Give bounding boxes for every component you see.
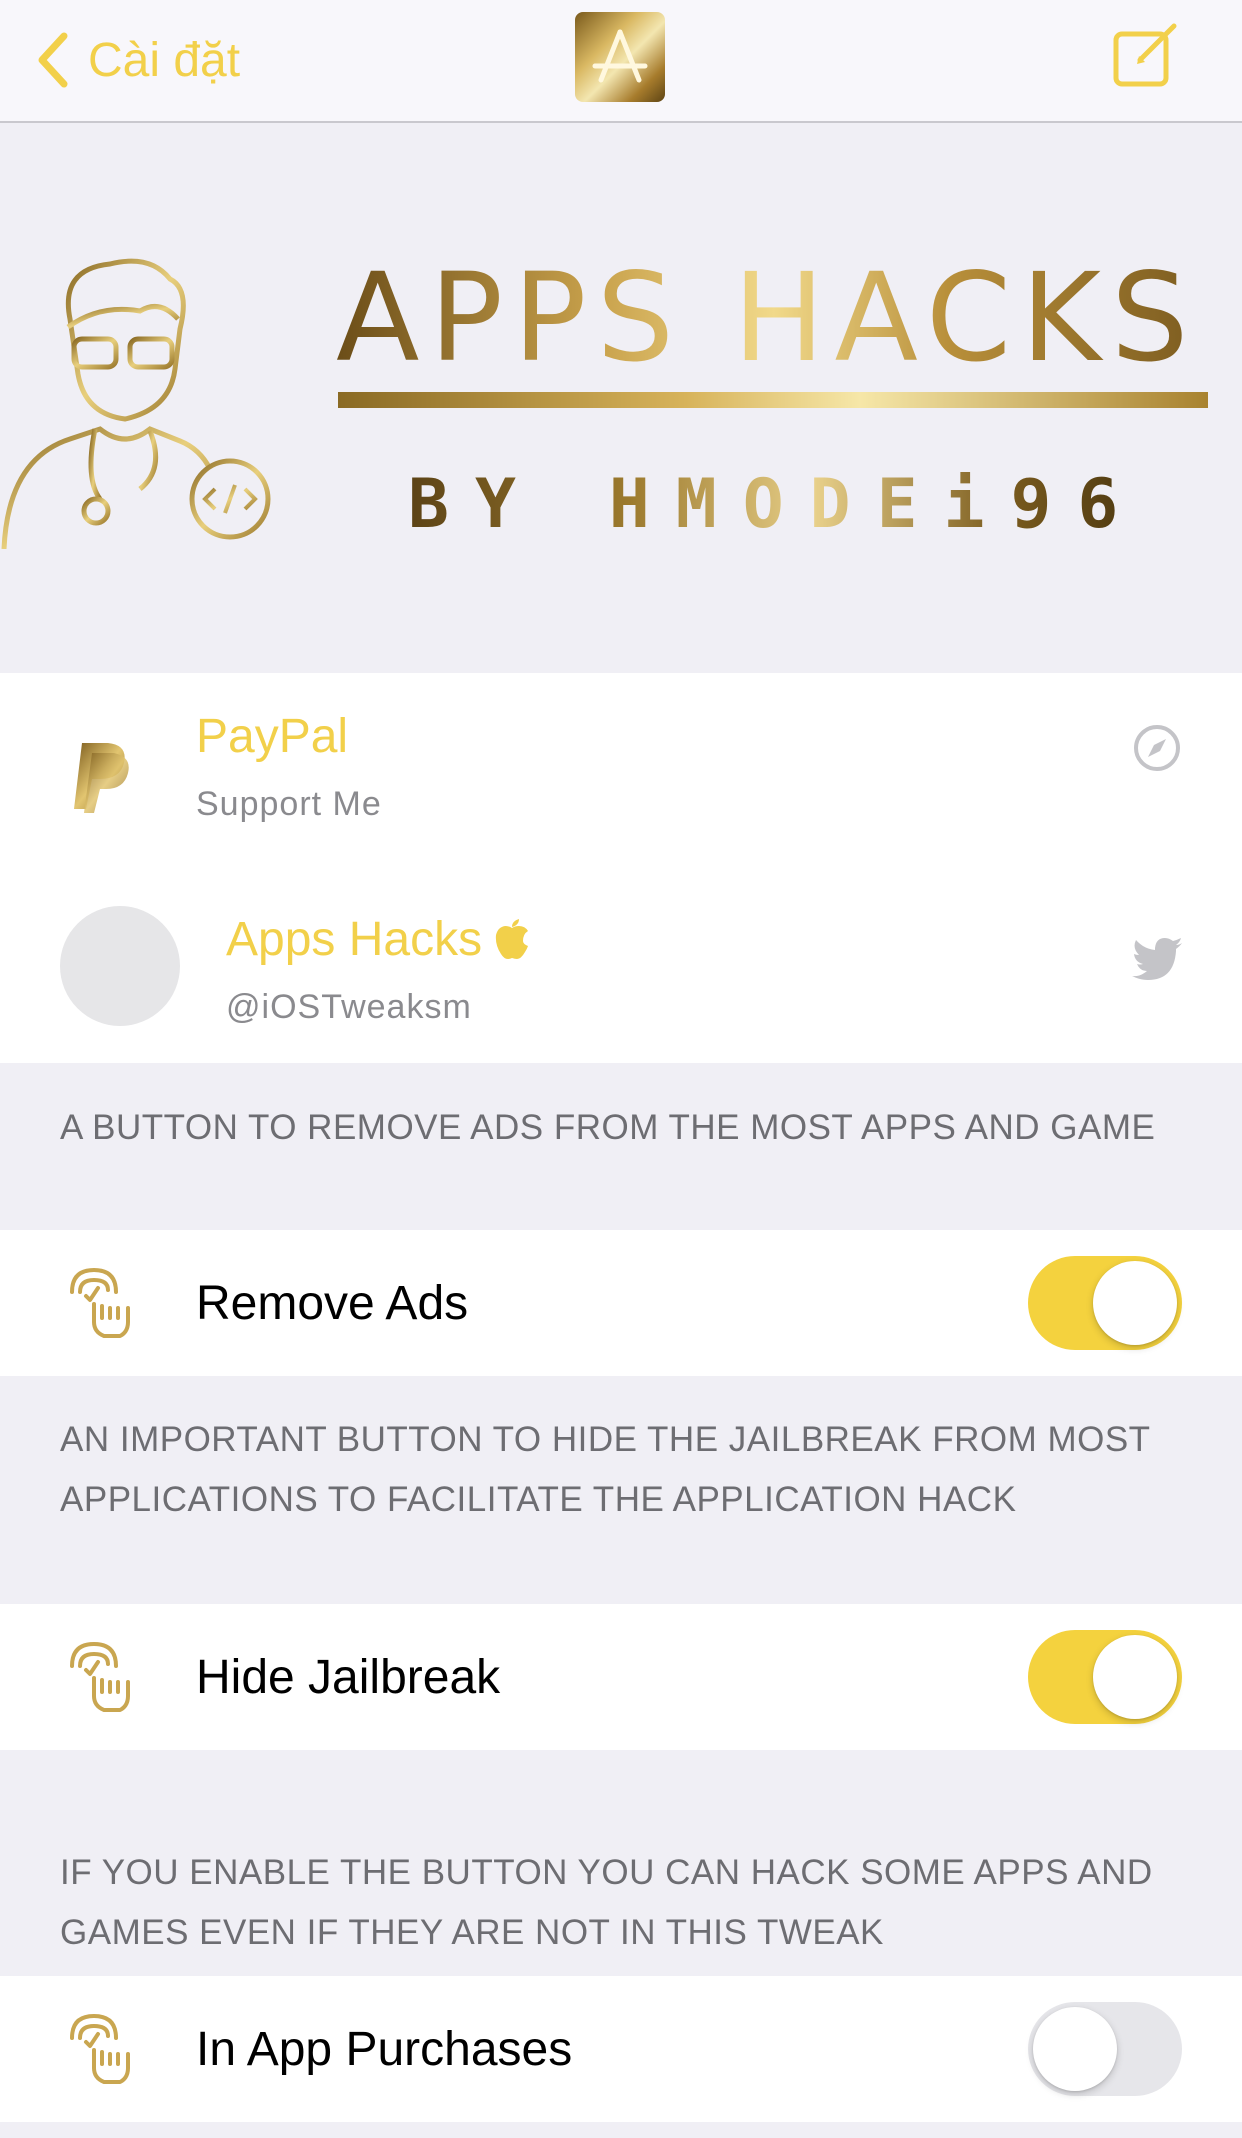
links-card: PayPal Support Me Apps Hacks @iOSTweaksm [0, 673, 1242, 1063]
paypal-icon [74, 743, 129, 813]
twitter-row[interactable]: Apps Hacks @iOSTweaksm [0, 868, 1242, 1063]
safari-compass-icon [1134, 725, 1180, 771]
developer-avatar-icon [1, 258, 271, 549]
tap-gesture-icon [70, 1268, 130, 1338]
back-button-label: Cài đặt [88, 33, 241, 87]
compose-icon[interactable] [1110, 20, 1182, 92]
back-button[interactable]: Cài đặt [34, 22, 240, 98]
section-header-remove-ads: A BUTTON TO REMOVE ADS FROM THE MOST APP… [60, 1108, 1156, 1147]
banner-title: APPS HACKS [336, 253, 1212, 383]
chevron-left-icon [38, 32, 68, 88]
hide-jailbreak-toggle[interactable] [1028, 1630, 1182, 1724]
navigation-bar: Cài đặt [0, 0, 1242, 123]
remove-ads-label: Remove Ads [196, 1277, 469, 1330]
tap-gesture-icon [70, 2014, 130, 2084]
remove-ads-row: Remove Ads [0, 1230, 1242, 1376]
hide-jailbreak-label: Hide Jailbreak [196, 1651, 501, 1704]
header-banner: APPS HACKS BY HMODEi96 [0, 125, 1242, 673]
app-store-icon [575, 12, 665, 102]
remove-ads-toggle[interactable] [1028, 1256, 1182, 1350]
hide-jailbreak-row: Hide Jailbreak [0, 1604, 1242, 1750]
twitter-title-text: Apps Hacks [226, 913, 483, 966]
twitter-subtitle: @iOSTweaksm [226, 988, 472, 1026]
in-app-purchases-row: In App Purchases [0, 1976, 1242, 2122]
section-header-hide-jailbreak: AN IMPORTANT BUTTON TO HIDE THE JAILBREA… [60, 1420, 1150, 1519]
toggle-knob [1093, 1261, 1177, 1345]
in-app-purchases-toggle[interactable] [1028, 2002, 1182, 2096]
paypal-subtitle: Support Me [196, 785, 382, 823]
paypal-title: PayPal [196, 710, 349, 763]
tap-gesture-icon [70, 1642, 130, 1712]
avatar [60, 906, 180, 1026]
banner-subtitle: BY HMODEi96 [408, 465, 1148, 545]
banner-divider [338, 392, 1208, 408]
twitter-icon [1132, 938, 1182, 980]
section-header-in-app-purchases: IF YOU ENABLE THE BUTTON YOU CAN HACK SO… [60, 1853, 1153, 1952]
twitter-title: Apps Hacks [226, 912, 530, 967]
apple-icon [495, 918, 529, 959]
in-app-purchases-label: In App Purchases [196, 2023, 573, 2076]
toggle-knob [1033, 2007, 1117, 2091]
paypal-row[interactable]: PayPal Support Me [0, 673, 1242, 868]
toggle-knob [1093, 1635, 1177, 1719]
